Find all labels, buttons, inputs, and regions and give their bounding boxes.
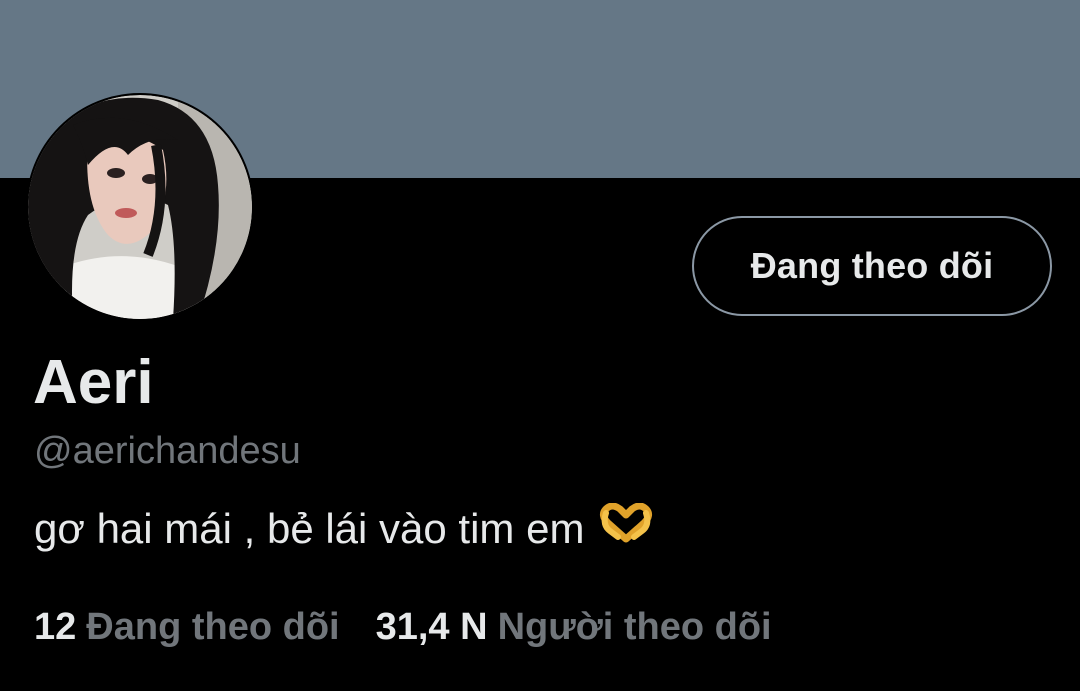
following-button[interactable]: Đang theo dõi xyxy=(692,216,1052,316)
avatar[interactable] xyxy=(26,93,254,321)
followers-label: Người theo dõi xyxy=(497,606,772,648)
profile-page: Đang theo dõi Aeri @aerichandesu gơ hai … xyxy=(0,0,1080,691)
heart-hands-icon xyxy=(598,502,654,552)
user-handle: @aerichandesu xyxy=(34,430,301,472)
following-label: Đang theo dõi xyxy=(86,606,340,648)
avatar-photo xyxy=(28,95,252,319)
following-stat-link[interactable]: 12 Đang theo dõi xyxy=(34,608,340,646)
bio-text: gơ hai mái , bẻ lái vào tim em xyxy=(34,505,585,552)
followers-stat-link[interactable]: 31,4 N Người theo dõi xyxy=(376,608,772,646)
follow-stats: 12 Đang theo dõi 31,4 N Người theo dõi xyxy=(34,608,772,646)
following-count: 12 xyxy=(34,606,77,648)
bio: gơ hai mái , bẻ lái vào tim em xyxy=(34,502,654,553)
display-name: Aeri xyxy=(33,348,154,417)
followers-count: 31,4 N xyxy=(375,606,488,648)
